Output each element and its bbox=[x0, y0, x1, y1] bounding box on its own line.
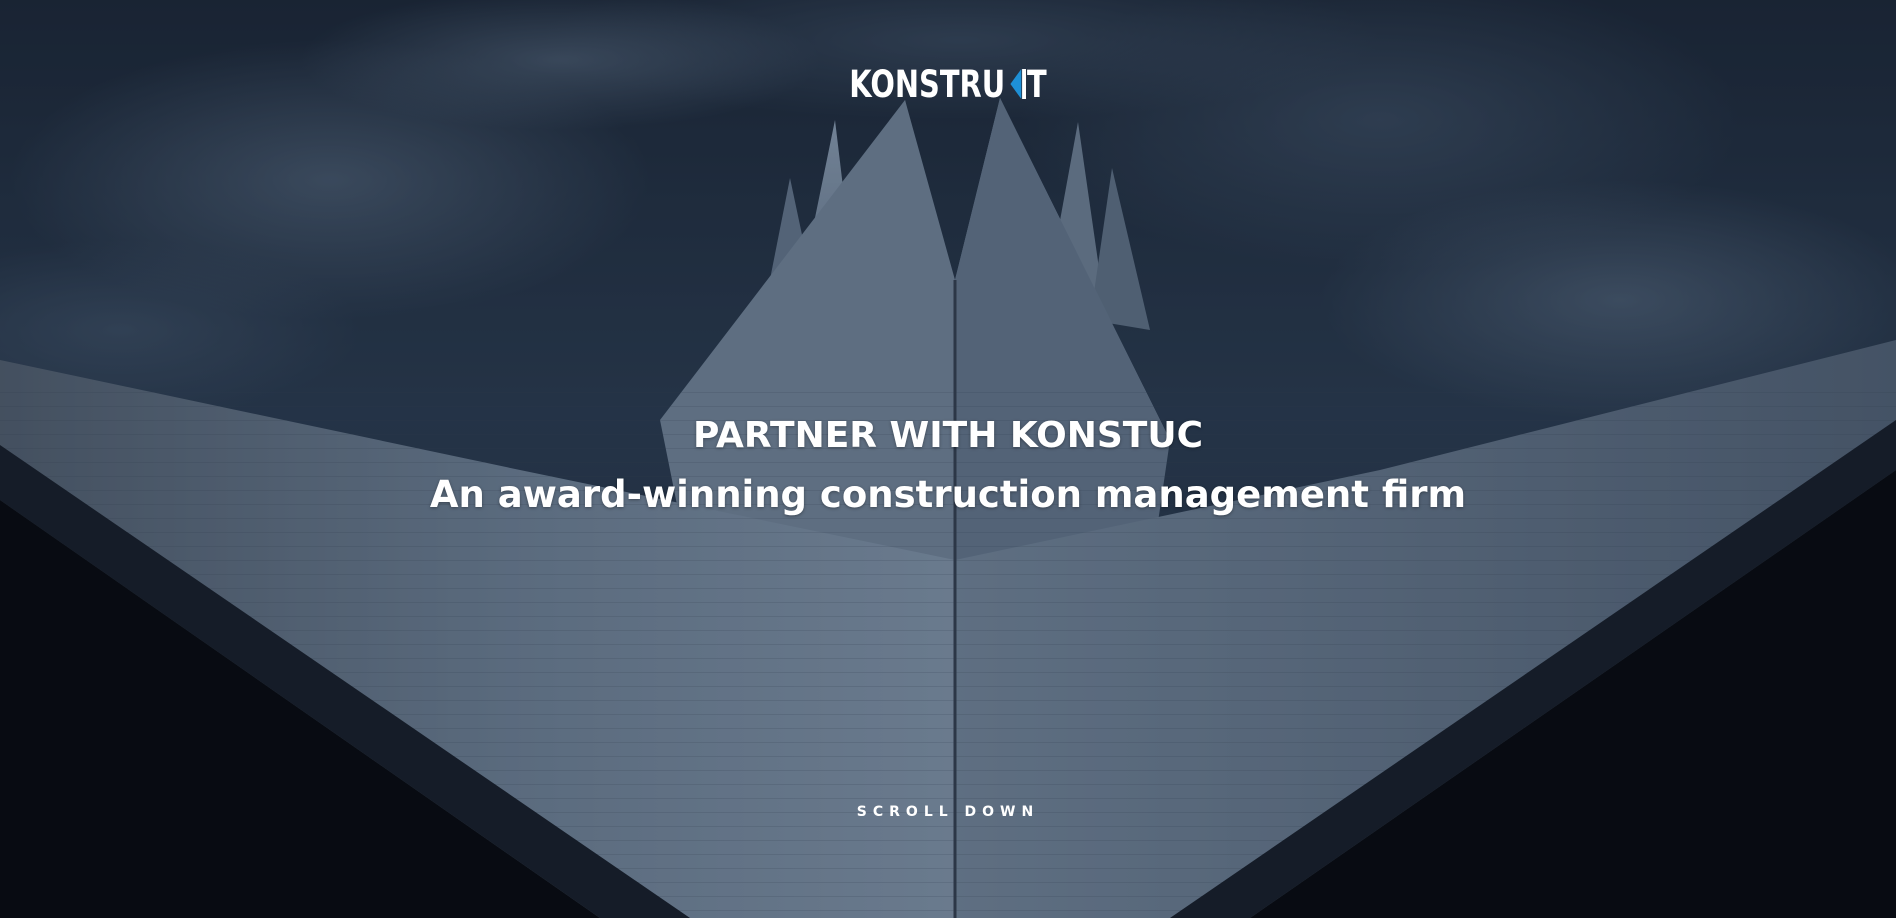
hero-section: KONSTRU T PARTNER WITH KONSTUC An award-w… bbox=[0, 0, 1896, 918]
logo-chevron-icon bbox=[1006, 67, 1027, 101]
logo-text-start: KONSTRU bbox=[849, 63, 1006, 106]
scroll-down-link[interactable]: SCROLL DOWN bbox=[0, 805, 1896, 819]
hero-title: PARTNER WITH KONSTUC bbox=[692, 415, 1204, 456]
hero-subtitle: An award-winning construction management… bbox=[429, 473, 1467, 516]
hero-background-image bbox=[0, 0, 1896, 918]
logo[interactable]: KONSTRU T bbox=[209, 66, 1688, 103]
logo-text-end: T bbox=[1027, 63, 1047, 106]
